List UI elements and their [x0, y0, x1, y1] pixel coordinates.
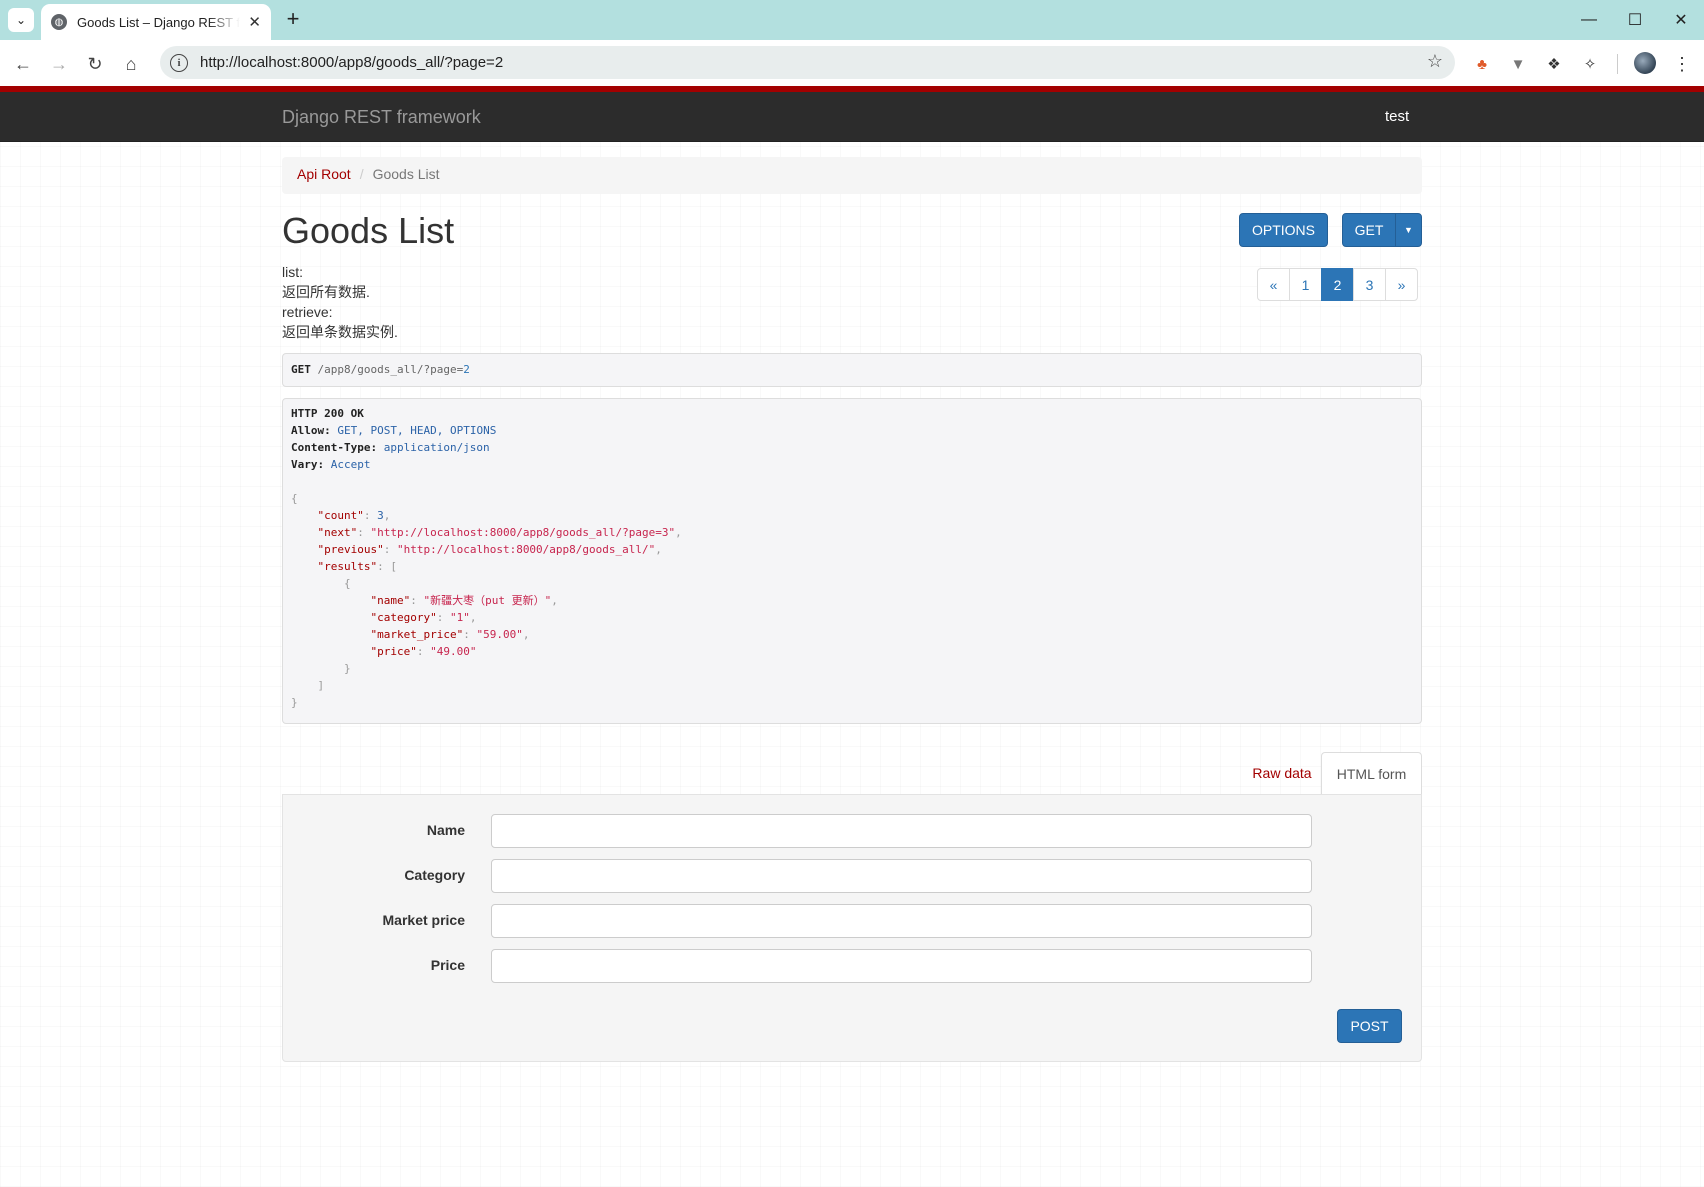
breadcrumb-separator: /	[359, 166, 364, 182]
view-description: list: 返回所有数据. retrieve: 返回单条数据实例.	[282, 262, 398, 342]
form-row-market-price: Market price	[283, 904, 1423, 938]
globe-icon: ◍	[51, 14, 67, 30]
maximize-icon[interactable]: ☐	[1612, 0, 1658, 40]
site-info-icon[interactable]: i	[170, 53, 188, 72]
market-price-input[interactable]	[491, 904, 1312, 938]
browser-tab-active[interactable]: ◍ Goods List – Django REST framework ✕	[41, 4, 271, 40]
address-url[interactable]: http://localhost:8000/app8/goods_all/?pa…	[200, 54, 503, 71]
category-input[interactable]	[491, 859, 1312, 893]
price-input[interactable]	[491, 949, 1312, 983]
address-bar[interactable]: i http://localhost:8000/app8/goods_all/?…	[160, 46, 1455, 79]
bookmark-star-icon[interactable]: ☆	[1427, 51, 1443, 72]
navbar-brand[interactable]: Django REST framework	[282, 107, 481, 128]
category-label: Category	[404, 867, 465, 883]
tab-raw-data[interactable]: Raw data	[1232, 752, 1332, 794]
profile-avatar[interactable]	[1634, 52, 1656, 74]
form-row-category: Category	[283, 859, 1423, 893]
back-arrow-icon[interactable]: ←	[9, 50, 37, 78]
get-format-dropdown-caret-icon[interactable]: ▼	[1395, 213, 1422, 247]
request-info: GET /app8/goods_all/?page=2	[282, 353, 1422, 387]
description-line: 返回所有数据.	[282, 284, 370, 300]
price-label: Price	[430, 957, 465, 973]
json-result-category: "1"	[449, 611, 470, 624]
extension-icon-1[interactable]: ♣	[1470, 52, 1494, 76]
form-row-name: Name	[283, 814, 1423, 848]
request-query-key: ?page=	[423, 363, 464, 376]
pagination-prev[interactable]: «	[1257, 268, 1290, 301]
name-label: Name	[426, 822, 465, 838]
description-line: 返回单条数据实例.	[282, 324, 398, 340]
breadcrumb-api-root[interactable]: Api Root	[297, 166, 351, 182]
json-result-name: "新疆大枣（put 更新）"	[423, 594, 552, 607]
pagination-page-1[interactable]: 1	[1289, 268, 1322, 301]
extensions-puzzle-icon[interactable]: ✧	[1578, 52, 1602, 76]
tab-title: Goods List – Django REST framework	[77, 14, 241, 30]
market-price-label: Market price	[382, 912, 465, 928]
form-tabs: Raw data HTML form	[282, 752, 1422, 795]
response-info: HTTP 200 OK Allow: GET, POST, HEAD, OPTI…	[282, 398, 1422, 724]
description-line: retrieve:	[282, 304, 333, 320]
form-row-price: Price	[283, 949, 1423, 983]
json-count: 3	[377, 509, 384, 522]
json-result-market-price: "59.00"	[476, 628, 523, 641]
post-button[interactable]: POST	[1337, 1009, 1402, 1043]
response-header-value: GET, POST, HEAD, OPTIONS	[337, 424, 497, 437]
browser-toolbar: ← → ↻ ⌂ i http://localhost:8000/app8/goo…	[0, 40, 1704, 86]
extension-icon-3[interactable]: ❖	[1542, 52, 1566, 76]
response-header-value: application/json	[383, 441, 490, 454]
browser-tab-bar: ⌄ ◍ Goods List – Django REST framework ✕…	[0, 0, 1704, 40]
tab-html-form[interactable]: HTML form	[1321, 752, 1422, 795]
home-icon[interactable]: ⌂	[117, 50, 145, 78]
pagination-next[interactable]: »	[1385, 268, 1418, 301]
minimize-icon[interactable]: —	[1566, 0, 1612, 40]
description-line: list:	[282, 264, 303, 280]
breadcrumb-current: Goods List	[372, 166, 440, 182]
options-button[interactable]: OPTIONS	[1239, 213, 1328, 247]
reload-icon[interactable]: ↻	[81, 50, 109, 78]
response-header-key: Vary:	[291, 458, 325, 471]
forward-arrow-icon[interactable]: →	[45, 50, 73, 78]
close-tab-icon[interactable]: ✕	[248, 13, 261, 31]
response-header-key: Content-Type:	[291, 441, 378, 454]
close-window-icon[interactable]: ✕	[1658, 0, 1704, 40]
pagination-page-2-active[interactable]: 2	[1321, 268, 1354, 301]
json-previous[interactable]: "http://localhost:8000/app8/goods_all/"	[397, 543, 655, 556]
response-header-value: Accept	[330, 458, 371, 471]
request-method: GET	[291, 363, 311, 376]
pagination: « 1 2 3 »	[1257, 268, 1418, 301]
tab-search-chevron-icon[interactable]: ⌄	[8, 8, 34, 32]
response-status: HTTP 200 OK	[291, 407, 364, 420]
toolbar-separator	[1617, 54, 1618, 74]
new-tab-plus-icon[interactable]: +	[280, 7, 306, 33]
page-title: Goods List	[282, 210, 455, 251]
json-result-price: "49.00"	[430, 645, 477, 658]
request-path: /app8/goods_all/	[317, 363, 424, 376]
more-menu-icon[interactable]: ⋮	[1670, 52, 1694, 76]
breadcrumb: Api Root / Goods List	[282, 157, 1422, 194]
get-button[interactable]: GET	[1342, 213, 1396, 247]
request-query-value: 2	[463, 363, 470, 376]
name-input[interactable]	[491, 814, 1312, 848]
post-form: Name Category Market price Price	[282, 794, 1422, 1062]
json-next[interactable]: "http://localhost:8000/app8/goods_all/?p…	[371, 526, 676, 539]
navbar-user[interactable]: test	[1385, 108, 1409, 125]
response-header-key: Allow:	[291, 424, 331, 437]
drf-navbar: Django REST framework test	[0, 92, 1704, 142]
vue-devtools-icon[interactable]: ▼	[1506, 52, 1530, 76]
pagination-page-3[interactable]: 3	[1353, 268, 1386, 301]
